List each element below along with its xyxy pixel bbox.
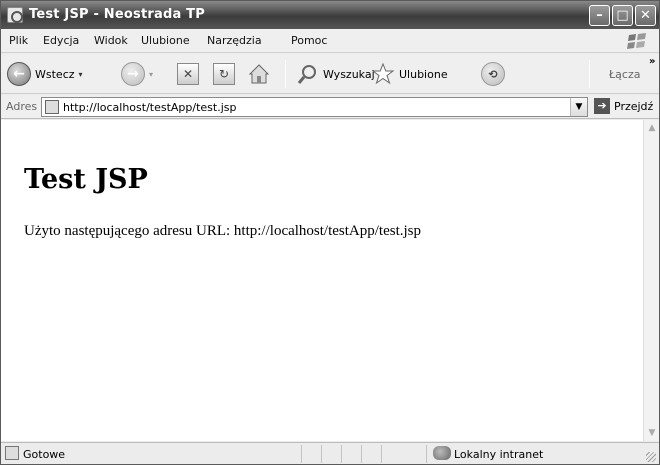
favorites-button[interactable]: Ulubione bbox=[371, 60, 448, 88]
status-pane bbox=[301, 445, 302, 463]
page-content: Test JSP Użyto następującego adresu URL:… bbox=[1, 120, 643, 441]
search-button[interactable]: Wyszukaj bbox=[297, 60, 375, 88]
status-pane bbox=[381, 445, 382, 463]
toolbar: ← Wstecz ▾ → ▾ ✕ ↻ Wyszukaj Ulubione ⟲ Ł… bbox=[1, 54, 659, 94]
toolbar-separator bbox=[589, 60, 590, 88]
minimize-icon: – bbox=[596, 8, 603, 23]
page-text: Użyto następującego adresu URL: http://l… bbox=[24, 223, 422, 239]
status-zone: Lokalny intranet bbox=[454, 448, 544, 461]
maximize-icon: □ bbox=[616, 8, 629, 23]
address-bar: Adres http://localhost/testApp/test.jsp … bbox=[1, 95, 659, 119]
back-icon: ← bbox=[7, 62, 31, 86]
address-url[interactable]: http://localhost/testApp/test.jsp bbox=[63, 101, 237, 114]
menu-item-view[interactable]: Widok bbox=[94, 34, 128, 47]
back-label: Wstecz bbox=[35, 67, 75, 81]
resize-grip-icon[interactable] bbox=[646, 452, 656, 462]
refresh-button[interactable]: ↻ bbox=[213, 60, 235, 88]
forward-dropdown-icon[interactable]: ▾ bbox=[149, 70, 153, 79]
toolbar-separator bbox=[285, 60, 286, 88]
browser-window: Test JSP - Neostrada TP – □ ✕ Plik Edycj… bbox=[0, 0, 660, 465]
refresh-icon: ↻ bbox=[213, 63, 235, 85]
status-page-icon bbox=[5, 446, 19, 460]
page-icon bbox=[45, 100, 59, 114]
home-icon bbox=[248, 64, 270, 84]
go-label: Przejdź bbox=[614, 99, 654, 113]
history-icon: ⟲ bbox=[481, 62, 505, 86]
back-dropdown-icon[interactable]: ▾ bbox=[79, 70, 83, 79]
title-bar[interactable]: Test JSP - Neostrada TP – □ ✕ bbox=[1, 1, 659, 29]
go-button[interactable]: ➔ Przejdź bbox=[594, 98, 653, 114]
menu-item-file[interactable]: Plik bbox=[9, 34, 28, 47]
status-pane bbox=[321, 445, 322, 463]
forward-button[interactable]: → ▾ bbox=[121, 60, 153, 88]
forward-icon: → bbox=[121, 62, 145, 86]
minimize-button[interactable]: – bbox=[589, 5, 610, 26]
status-pane bbox=[426, 445, 427, 463]
address-input[interactable]: http://localhost/testApp/test.jsp ▼ bbox=[41, 97, 588, 117]
toolbar-chevron-icon[interactable]: » bbox=[649, 56, 655, 67]
stop-button[interactable]: ✕ bbox=[177, 60, 199, 88]
scroll-down-icon[interactable]: ▼ bbox=[645, 426, 659, 440]
search-icon bbox=[297, 65, 316, 84]
favorites-star-icon bbox=[371, 62, 395, 85]
scroll-up-icon[interactable]: ▲ bbox=[645, 121, 659, 135]
status-pane bbox=[341, 445, 342, 463]
address-label: Adres bbox=[6, 100, 38, 113]
links-button[interactable]: Łącza bbox=[609, 60, 641, 88]
app-icon bbox=[7, 7, 23, 23]
go-arrow-icon: ➔ bbox=[594, 98, 610, 114]
history-button[interactable]: ⟲ bbox=[481, 60, 505, 88]
menu-bar: Plik Edycja Widok Ulubione Narzędzia Pom… bbox=[1, 29, 659, 53]
close-icon: ✕ bbox=[640, 8, 651, 23]
stop-icon: ✕ bbox=[177, 63, 199, 85]
windows-logo-icon bbox=[627, 33, 646, 49]
favorites-label: Ulubione bbox=[399, 67, 448, 81]
menu-item-favorites[interactable]: Ulubione bbox=[141, 34, 190, 47]
status-pane bbox=[361, 445, 362, 463]
window-title: Test JSP - Neostrada TP bbox=[29, 7, 205, 22]
back-button[interactable]: ← Wstecz ▾ bbox=[7, 60, 83, 88]
menu-item-edit[interactable]: Edycja bbox=[43, 34, 79, 47]
vertical-scrollbar[interactable]: ▲ ▼ bbox=[643, 120, 659, 441]
search-label: Wyszukaj bbox=[323, 67, 375, 81]
links-label: Łącza bbox=[609, 67, 641, 81]
address-dropdown-icon[interactable]: ▼ bbox=[570, 98, 587, 116]
page-heading: Test JSP bbox=[24, 164, 148, 195]
home-button[interactable] bbox=[247, 60, 271, 88]
menu-item-tools[interactable]: Narzędzia bbox=[207, 34, 262, 47]
status-bar: Gotowe Lokalny intranet bbox=[1, 442, 659, 464]
close-button[interactable]: ✕ bbox=[635, 5, 656, 26]
status-text: Gotowe bbox=[23, 448, 66, 461]
maximize-button[interactable]: □ bbox=[612, 5, 633, 26]
intranet-icon bbox=[433, 446, 451, 460]
menu-item-help[interactable]: Pomoc bbox=[291, 34, 327, 47]
